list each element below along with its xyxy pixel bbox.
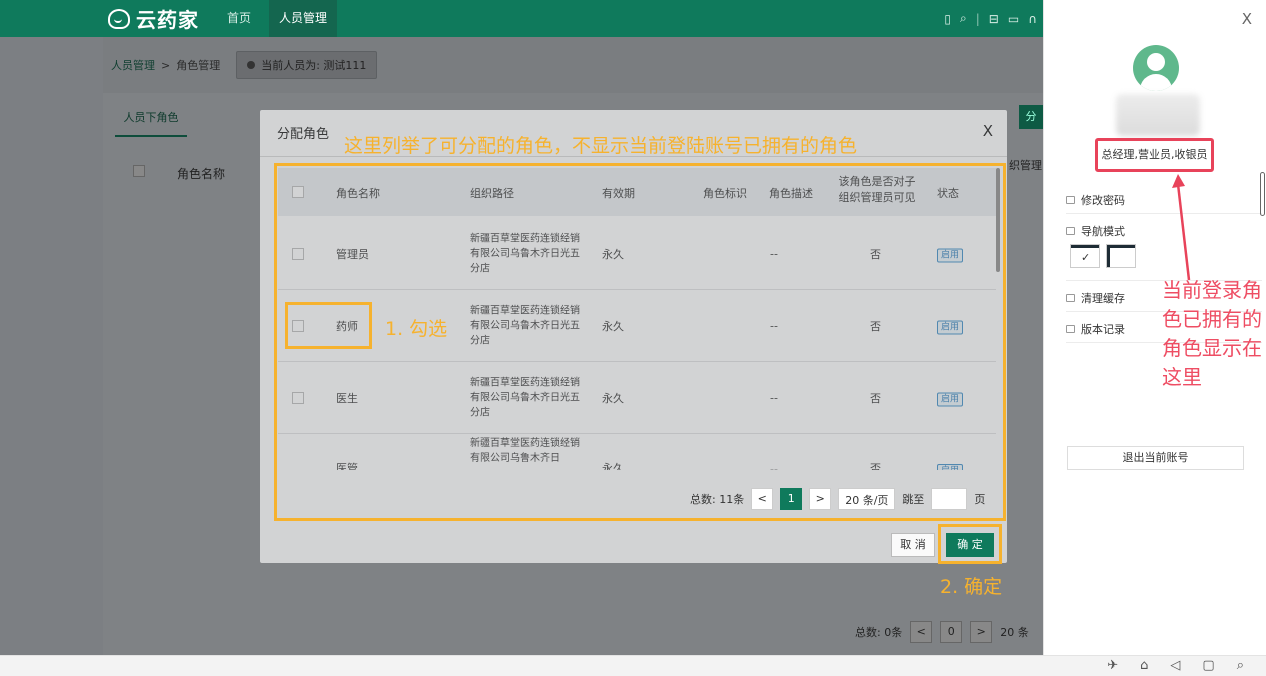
close-icon[interactable]: X <box>983 122 993 140</box>
total-count: 总数: 0条 <box>855 626 903 639</box>
current-user-badge: 当前人员为: 测试111 <box>236 51 378 79</box>
top-icon-group: ▯ ⌕ | ⊟ ▭ ∩ <box>944 0 1037 37</box>
menu-change-password[interactable]: 修改密码 <box>1066 192 1125 208</box>
avatar <box>1133 45 1179 91</box>
next-page-button[interactable]: > <box>970 621 993 643</box>
window-icon[interactable]: ▢ <box>1202 658 1214 673</box>
book-icon[interactable]: ▯ <box>944 12 951 26</box>
blurred-username <box>1116 94 1200 136</box>
annotation-table-box <box>274 163 1006 521</box>
annotation-step-1: 1. 勾选 <box>385 318 448 340</box>
menu-version-history[interactable]: 版本记录 <box>1066 321 1125 337</box>
bottom-toolbar: ✈ ⌂ ◁ ▢ ⌕ <box>0 655 1266 676</box>
logo-icon <box>108 8 130 29</box>
layout-icon <box>1066 227 1075 235</box>
current-user-label: 当前人员为: 测试111 <box>261 59 367 72</box>
brand-name: 云药家 <box>136 8 199 32</box>
breadcrumb: 人员管理 > 角色管理 当前人员为: 测试111 <box>111 51 378 79</box>
top-navigation-bar: 云药家 首页 人员管理 ▯ ⌕ | ⊟ ▭ ∩ <box>0 0 1043 37</box>
divider <box>1066 213 1262 214</box>
nav-mode-side-option[interactable] <box>1106 244 1136 268</box>
drawer-scrollbar[interactable] <box>1260 172 1265 216</box>
check-icon: ✓ <box>1081 251 1091 264</box>
divider: | <box>975 11 980 26</box>
annotation-checkbox-box <box>285 302 372 349</box>
assign-button[interactable]: 分 <box>1019 105 1043 129</box>
logout-button[interactable]: 退出当前账号 <box>1067 446 1244 470</box>
column-header-org-admin: 织管理 <box>1009 159 1042 172</box>
save-icon[interactable]: ▭ <box>1008 12 1019 26</box>
cancel-button[interactable]: 取 消 <box>891 533 935 557</box>
tab-personnel-roles[interactable]: 人员下角色 <box>115 109 187 137</box>
annotation-arrow <box>1172 174 1191 281</box>
breadcrumb-separator: > <box>161 58 171 72</box>
background-pagination: 总数: 0条 < 0 > 20 条 <box>855 621 1029 643</box>
annotation-step-2: 2. 确定 <box>940 576 1003 598</box>
breadcrumb-parent[interactable]: 人员管理 <box>111 57 155 73</box>
lock-icon[interactable]: ⊟ <box>989 12 999 26</box>
speaker-icon[interactable]: ◁ <box>1170 658 1180 673</box>
menu-clear-cache[interactable]: 清理缓存 <box>1066 290 1125 306</box>
breadcrumb-current: 角色管理 <box>176 59 221 72</box>
user-drawer: X 总经理,营业员,收银员 修改密码 导航模式 ✓ 清理缓存 版本记录 当前登录… <box>1043 0 1266 655</box>
annotation-owned-roles: 当前登录角色已拥有的角色显示在这里 <box>1162 278 1262 389</box>
toolbar-icons: ✈ ⌂ ◁ ▢ ⌕ <box>1107 658 1244 673</box>
annotation-confirm-box <box>938 524 1002 564</box>
page-number[interactable]: 0 <box>940 621 963 643</box>
current-roles: 总经理,营业员,收银员 <box>1095 138 1214 172</box>
menu-nav-mode[interactable]: 导航模式 <box>1066 223 1125 239</box>
select-all-checkbox[interactable] <box>133 165 145 177</box>
nav-personnel[interactable]: 人员管理 <box>269 0 338 37</box>
trash-icon[interactable]: ⌂ <box>1140 658 1148 673</box>
search-icon[interactable]: ⌕ <box>960 11 967 26</box>
prev-page-button[interactable]: < <box>910 621 933 643</box>
brand-logo[interactable]: 云药家 <box>108 4 199 33</box>
info-icon <box>247 61 256 69</box>
page-size-select[interactable]: 20 条 <box>1000 624 1029 640</box>
lock-icon <box>1066 196 1075 204</box>
dialog-title: 分配角色 <box>277 127 330 142</box>
history-icon <box>1066 325 1075 333</box>
nav-mode-top-option[interactable]: ✓ <box>1070 244 1100 268</box>
annotation-available-roles: 这里列举了可分配的角色，不显示当前登陆账号已拥有的角色 <box>344 135 858 157</box>
nav-home[interactable]: 首页 <box>217 0 261 37</box>
search-icon[interactable]: ⌕ <box>1237 658 1244 673</box>
column-header-role-name: 角色名称 <box>177 167 226 181</box>
close-icon[interactable]: X <box>1242 10 1252 28</box>
trash-icon <box>1066 294 1075 302</box>
rocket-icon[interactable]: ✈ <box>1107 658 1118 673</box>
left-sidebar <box>0 37 103 655</box>
headset-icon[interactable]: ∩ <box>1028 12 1037 26</box>
